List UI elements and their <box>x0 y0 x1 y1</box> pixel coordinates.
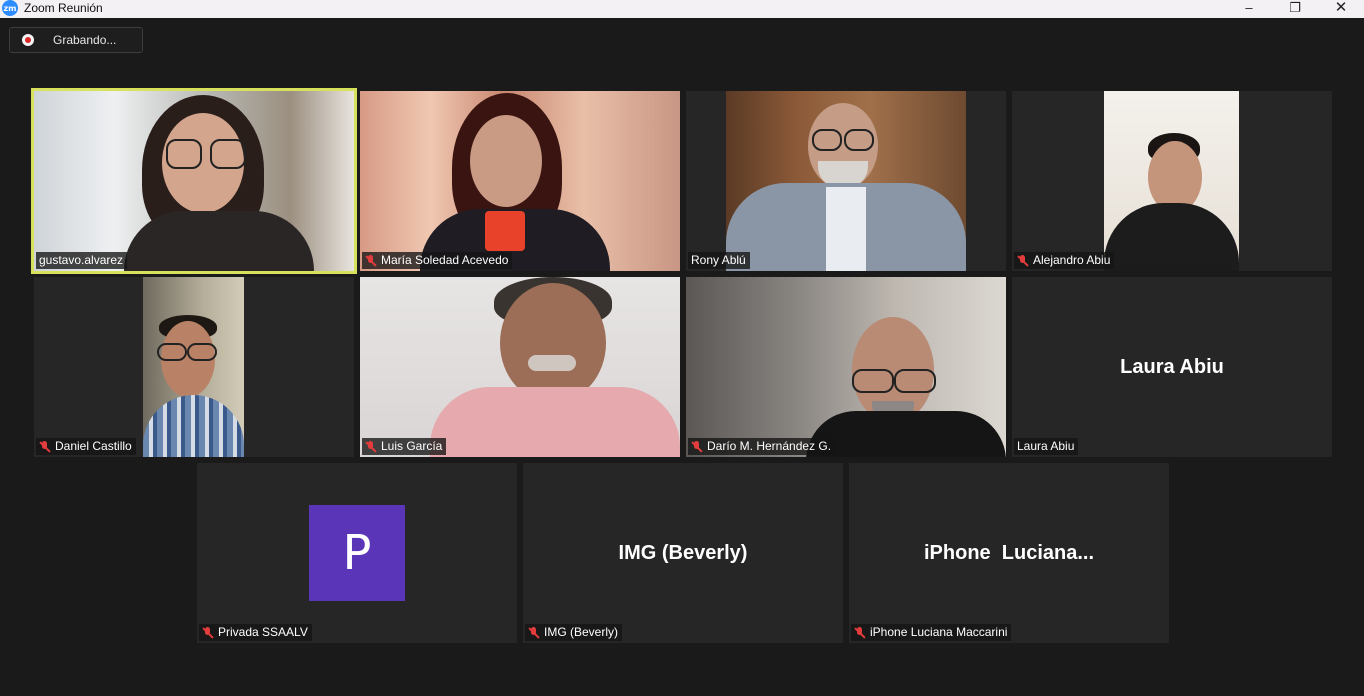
participant-tile-alejandro-abiu[interactable]: Alejandro Abiu <box>1012 91 1332 271</box>
participant-name-bar: María Soledad Acevedo <box>362 252 513 269</box>
participant-tile-laura-abiu[interactable]: Laura Abiu Laura Abiu <box>1012 277 1332 457</box>
participant-name-bar: Rony Ablú <box>688 252 750 269</box>
zoom-app-icon: zm <box>2 0 18 16</box>
participant-name-bar: Privada SSAALV <box>199 624 312 641</box>
record-icon <box>22 34 34 46</box>
recording-indicator[interactable]: Grabando... <box>9 27 143 53</box>
participant-tile-img-beverly[interactable]: IMG (Beverly) IMG (Beverly) <box>523 463 843 643</box>
video-feed <box>34 91 354 271</box>
mic-muted-icon <box>1017 254 1029 267</box>
participant-tile-daniel-castillo[interactable]: Daniel Castillo <box>34 277 354 457</box>
mic-muted-icon <box>202 626 214 639</box>
mic-muted-icon <box>691 440 703 453</box>
restore-button[interactable]: ❐ <box>1272 0 1318 18</box>
participant-name: Alejandro Abiu <box>1033 253 1111 267</box>
close-button[interactable]: ✕ <box>1318 0 1364 18</box>
mic-muted-icon <box>365 440 377 453</box>
mic-muted-icon <box>854 626 866 639</box>
mic-muted-icon <box>528 626 540 639</box>
participant-name: Privada SSAALV <box>218 625 308 639</box>
participant-tile-rony-ablu[interactable]: Rony Ablú <box>686 91 1006 271</box>
participant-tile-gustavo-alvarez[interactable]: gustavo.alvarez <box>31 88 357 274</box>
participant-display-name: iPhone Luciana... <box>923 541 1095 564</box>
participant-display-name: Laura Abiu <box>1120 355 1224 378</box>
recording-label: Grabando... <box>53 33 117 47</box>
participant-name: Laura Abiu <box>1017 439 1075 453</box>
participant-name-bar: Darío M. Hernández G. <box>688 438 836 455</box>
participant-tile-maria-soledad-acevedo[interactable]: María Soledad Acevedo <box>360 91 680 271</box>
participant-name: Rony Ablú <box>691 253 746 267</box>
window-title: Zoom Reunión <box>24 1 103 15</box>
participant-name: Daniel Castillo <box>55 439 132 453</box>
participant-tile-dario-hernandez[interactable]: Darío M. Hernández G. <box>686 277 1006 457</box>
mic-muted-icon <box>39 440 51 453</box>
video-feed <box>1104 91 1239 271</box>
participant-name-bar: Luis García <box>362 438 447 455</box>
participant-name-bar: Alejandro Abiu <box>1014 252 1115 269</box>
participant-name-bar: Daniel Castillo <box>36 438 136 455</box>
minimize-button[interactable]: – <box>1226 0 1272 18</box>
title-bar: zm Zoom Reunión – ❐ ✕ <box>0 0 1364 18</box>
video-feed <box>360 277 680 457</box>
participant-name-bar: Laura Abiu <box>1014 438 1079 455</box>
participant-name: gustavo.alvarez <box>39 253 124 267</box>
participant-display-name: IMG (Beverly) <box>618 541 748 564</box>
mic-muted-icon <box>365 254 377 267</box>
video-feed <box>726 91 966 271</box>
participant-name-bar: gustavo.alvarez <box>36 252 128 269</box>
participant-name-bar: IMG (Beverly) <box>525 624 623 641</box>
participant-name: Darío M. Hernández G. <box>707 439 832 453</box>
participant-name: IMG (Beverly) <box>544 625 619 639</box>
participant-name-bar: iPhone Luciana Maccarini <box>851 624 1012 641</box>
participant-name: iPhone Luciana Maccarini <box>870 625 1008 639</box>
participant-tile-privada-ssaalv[interactable]: P Privada SSAALV <box>197 463 517 643</box>
participant-name: Luis García <box>381 439 443 453</box>
video-feed <box>143 277 244 457</box>
video-feed <box>686 277 1006 457</box>
participant-tile-luis-garcia[interactable]: Luis García <box>360 277 680 457</box>
participant-name: María Soledad Acevedo <box>381 253 509 267</box>
participant-tile-iphone-luciana[interactable]: iPhone Luciana... iPhone Luciana Maccari… <box>849 463 1169 643</box>
video-feed <box>360 91 680 271</box>
participant-avatar: P <box>309 505 405 601</box>
